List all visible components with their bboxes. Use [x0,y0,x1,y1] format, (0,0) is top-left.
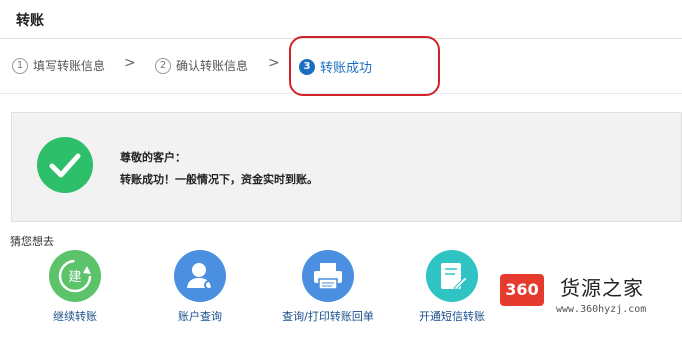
print-receipt-button[interactable]: 查询/打印转账回单 [276,250,380,324]
highlight-annotation [289,36,440,96]
account-query-label: 账户查询 [178,310,222,323]
account-query-button[interactable]: 账户查询 [170,250,230,324]
watermark-url: www.360hyzj.com [556,304,647,315]
continue-transfer-icon: 建 [49,250,101,302]
watermark-name: 货源之家 [560,276,644,300]
step-2: 2 确认转账信息 [155,57,248,74]
sms-transfer-button[interactable]: 开通短信转账 [414,250,490,324]
step-1: 1 填写转账信息 [12,57,105,74]
greeting-text: 尊敬的客户： [120,151,186,164]
step-separator-icon: > [124,55,136,71]
step-separator-icon: > [268,55,280,71]
step-1-number: 1 [12,57,28,74]
printer-icon [302,250,354,302]
sms-transfer-label: 开通短信转账 [419,310,485,323]
continue-transfer-button[interactable]: 建 继续转账 [45,250,105,324]
continue-transfer-label: 继续转账 [53,310,97,323]
account-query-icon [174,250,226,302]
print-receipt-label: 查询/打印转账回单 [282,310,374,323]
step-1-label: 填写转账信息 [33,59,106,73]
sms-transfer-icon [426,250,478,302]
watermark-logo: 360 [500,274,544,306]
svg-text:建: 建 [68,270,81,285]
success-banner: 尊敬的客户： 转账成功！一般情况下，资金实时到账。 [11,112,682,222]
suggestions-title: 猜您想去 [10,235,54,248]
success-check-icon [37,137,93,193]
step-2-label: 确认转账信息 [176,59,249,73]
success-message: 转账成功！一般情况下，资金实时到账。 [120,173,318,186]
page-header: 转账 [0,0,682,39]
page-title: 转账 [16,13,44,29]
step-2-number: 2 [155,57,171,74]
site-watermark: 360 货源之家 www.360hyzj.com [500,268,682,328]
